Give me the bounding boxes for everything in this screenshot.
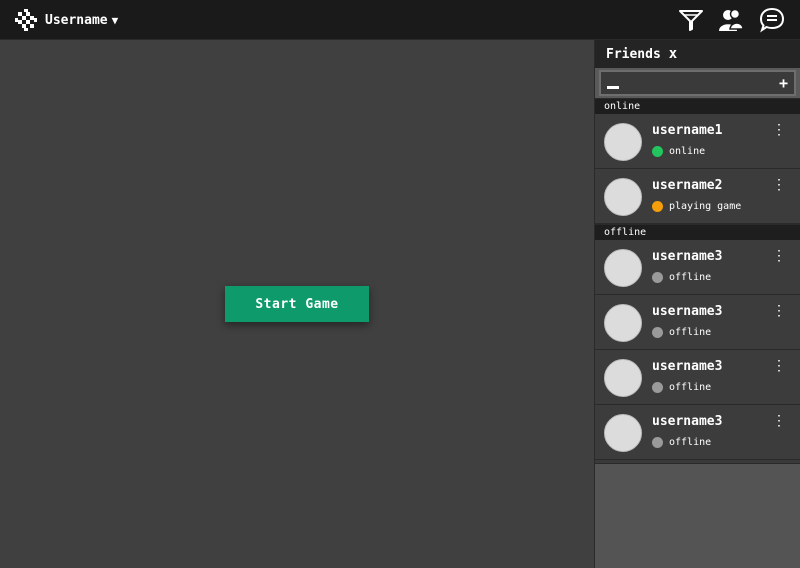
friends-toolbar-field: +: [599, 70, 796, 96]
status-dot-icon: [652, 327, 663, 338]
close-icon[interactable]: x: [669, 46, 677, 62]
friend-name: username1: [652, 123, 723, 138]
status-text: offline: [669, 437, 712, 448]
friend-status: offline: [652, 327, 711, 338]
more-options-icon[interactable]: ⋮: [772, 359, 786, 373]
status-dot-icon: [652, 146, 663, 157]
status-text: online: [669, 146, 706, 157]
friend-item[interactable]: username2 playing game ⋮: [595, 169, 800, 224]
friends-header: Friends x: [595, 40, 800, 68]
friends-panel: Friends x + online username1 online ⋮ us…: [594, 40, 800, 568]
friend-name: username3: [652, 359, 723, 374]
more-options-icon[interactable]: ⋮: [772, 414, 786, 428]
friend-status: offline: [652, 272, 711, 283]
username-label: Username: [45, 12, 108, 28]
status-text: playing game: [669, 201, 742, 212]
friend-status: online: [652, 146, 705, 157]
section-label-online: online: [595, 98, 800, 114]
friend-name: username3: [652, 304, 723, 319]
friend-name: username3: [652, 414, 723, 429]
avatar: [604, 304, 642, 342]
status-dot-icon: [652, 272, 663, 283]
status-text: offline: [669, 382, 712, 393]
avatar: [604, 123, 642, 161]
avatar: [604, 414, 642, 452]
friends-empty-area: [595, 463, 800, 568]
friend-status: offline: [652, 437, 711, 448]
start-game-button[interactable]: Start Game: [225, 286, 369, 322]
status-dot-icon: [652, 437, 663, 448]
status-dot-icon: [652, 382, 663, 393]
filter-icon[interactable]: [678, 7, 704, 33]
more-options-icon[interactable]: ⋮: [772, 249, 786, 263]
avatar: [604, 359, 642, 397]
friend-item[interactable]: username3 offline ⋮: [595, 295, 800, 350]
avatar: [604, 249, 642, 287]
friend-item[interactable]: username1 online ⋮: [595, 114, 800, 169]
checker-logo-icon[interactable]: [15, 9, 37, 31]
user-menu[interactable]: Username ▼: [45, 11, 118, 29]
friend-status: offline: [652, 382, 711, 393]
friends-title: Friends: [606, 46, 661, 62]
friend-name: username3: [652, 249, 723, 264]
plus-icon[interactable]: +: [779, 74, 788, 92]
more-options-icon[interactable]: ⋮: [772, 123, 786, 137]
section-label-offline: offline: [595, 224, 800, 240]
friend-item[interactable]: username3 offline ⋮: [595, 405, 800, 460]
status-text: offline: [669, 272, 712, 283]
friend-status: playing game: [652, 201, 741, 212]
friends-toolbar: +: [595, 68, 800, 98]
minus-icon[interactable]: [607, 86, 619, 89]
friend-item[interactable]: username3 offline ⋮: [595, 350, 800, 405]
top-bar: Username ▼: [0, 0, 800, 40]
friend-item[interactable]: username3 offline ⋮: [595, 240, 800, 295]
chat-icon[interactable]: [759, 7, 785, 33]
status-text: offline: [669, 327, 712, 338]
more-options-icon[interactable]: ⋮: [772, 178, 786, 192]
chevron-down-icon: ▼: [111, 13, 119, 27]
more-options-icon[interactable]: ⋮: [772, 304, 786, 318]
friend-name: username2: [652, 178, 723, 193]
avatar: [604, 178, 642, 216]
game-area: Start Game: [0, 40, 594, 568]
friends-icon[interactable]: [718, 7, 744, 33]
status-dot-icon: [652, 201, 663, 212]
